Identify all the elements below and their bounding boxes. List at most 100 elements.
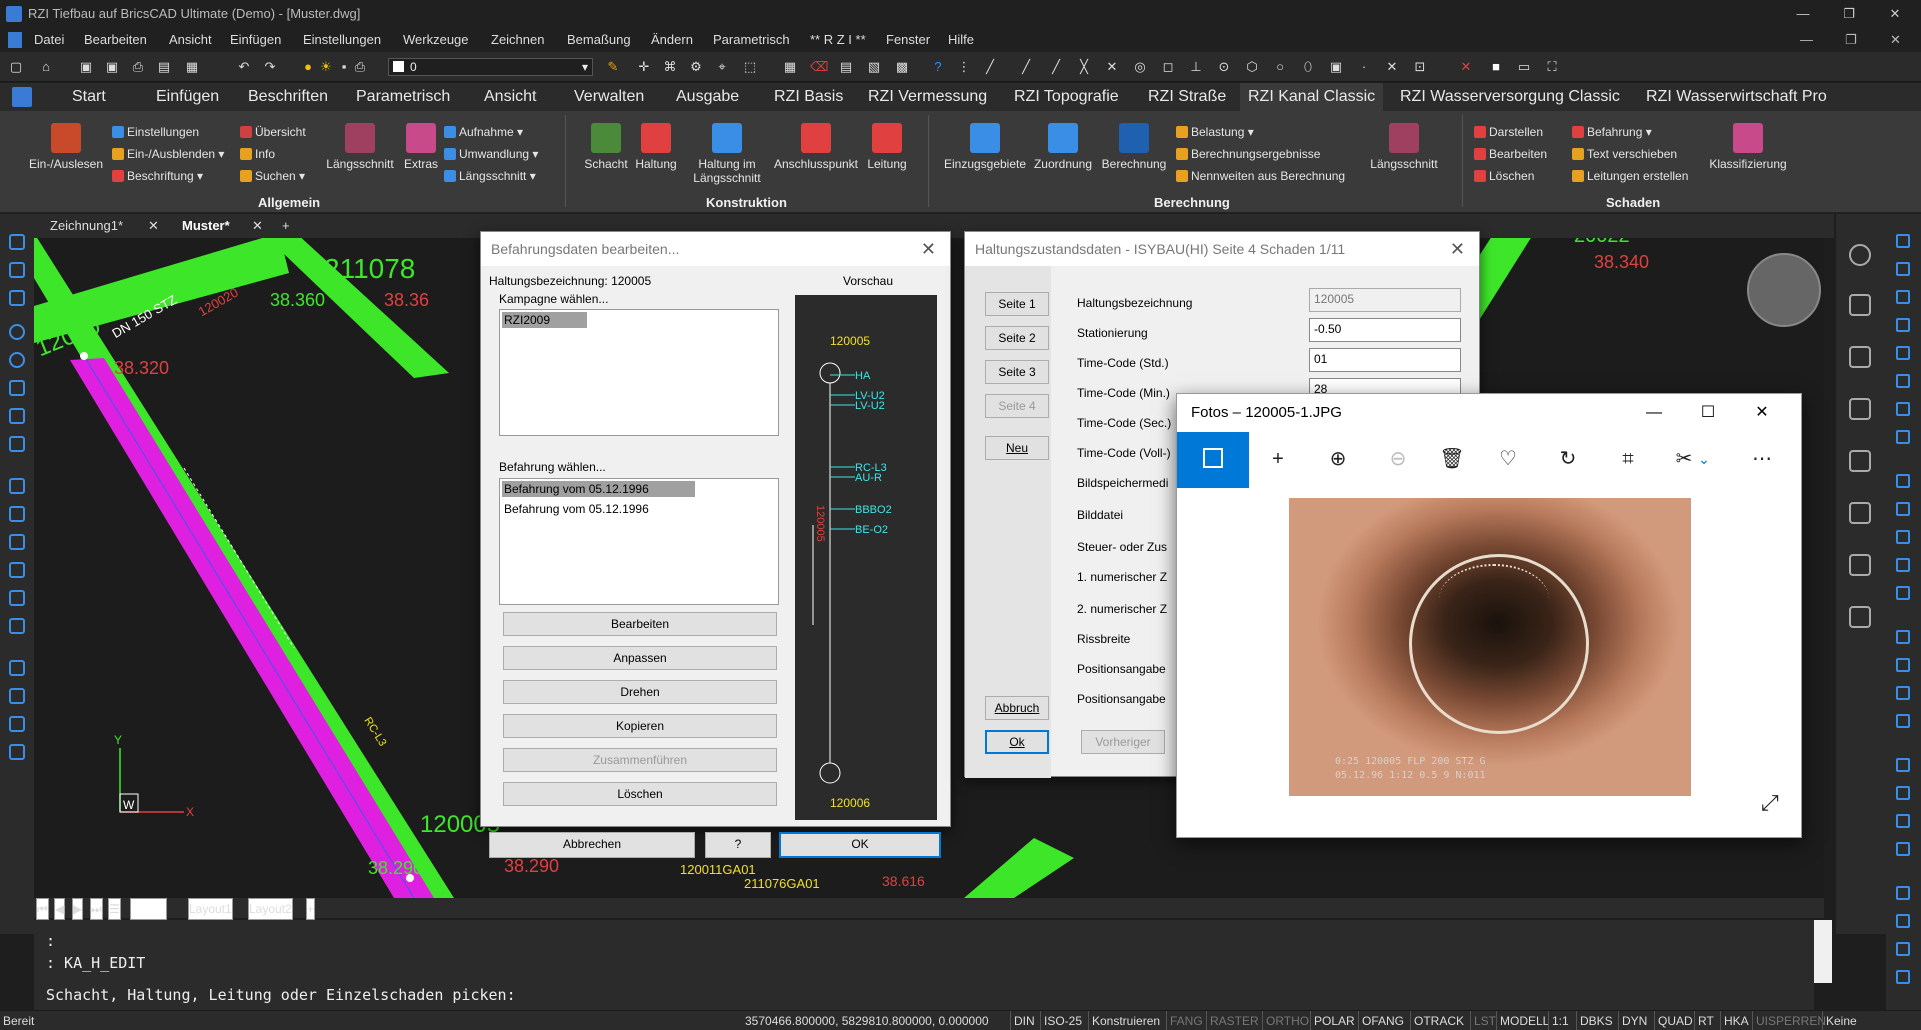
snap-perp-icon[interactable]: ⊥ <box>1188 59 1204 75</box>
delete-icon[interactable]: 🗑 <box>1439 446 1465 472</box>
photos-view-tab[interactable] <box>1177 432 1249 488</box>
circle-tool-icon[interactable] <box>9 352 25 368</box>
tab-start[interactable]: Start <box>64 83 114 111</box>
undo-icon[interactable]: ↶ <box>236 59 252 75</box>
next-layout-icon[interactable]: ▶ <box>72 898 84 920</box>
zoom-out-icon[interactable]: ⊖ <box>1385 446 1411 472</box>
status-polar[interactable]: POLAR <box>1310 1011 1358 1030</box>
rotate-icon[interactable]: ↻ <box>1555 446 1581 472</box>
tab-rzi-basis[interactable]: RZI Basis <box>766 83 851 111</box>
join-icon[interactable] <box>1896 630 1910 644</box>
plot-icon[interactable]: ▤ <box>156 59 172 75</box>
snap-intersection-icon[interactable]: ✕ <box>1104 59 1120 75</box>
properties-icon[interactable] <box>1849 294 1871 316</box>
doc-tab-muster[interactable]: Muster* <box>182 214 230 238</box>
region-tool-icon[interactable] <box>9 478 25 494</box>
layer-combo[interactable]: 0 ▾ <box>388 58 593 76</box>
mtext-tool-icon[interactable] <box>9 716 25 732</box>
cloud-upload-icon[interactable] <box>1849 606 1871 628</box>
dim-ordinate-icon[interactable] <box>1896 914 1910 928</box>
snap-tangent-icon[interactable]: ⊙ <box>1216 59 1232 75</box>
status-konstruieren[interactable]: Konstruieren <box>1088 1011 1163 1030</box>
vorheriger-button[interactable]: Vorheriger <box>1081 730 1165 754</box>
array-icon[interactable] <box>1896 502 1910 516</box>
menu-fenster[interactable]: Fenster <box>886 28 930 52</box>
layer-print-icon[interactable]: ⎙ <box>352 59 368 75</box>
nennweiten-button[interactable]: Nennweiten aus Berechnung <box>1176 169 1345 183</box>
klassifizierung-button[interactable]: Klassifizierung <box>1706 123 1790 171</box>
status-iso25[interactable]: ISO-25 <box>1040 1011 1085 1030</box>
structure-icon[interactable] <box>1849 554 1871 576</box>
kopieren-button[interactable]: Kopieren <box>503 714 777 738</box>
beschriftung-button[interactable]: Beschriftung ▾ <box>112 169 203 183</box>
prev-layout-icon[interactable]: ◀ <box>54 898 66 920</box>
status-hka[interactable]: HKA <box>1720 1011 1752 1030</box>
haltungsbezeichnung-field[interactable]: 120005 <box>1309 288 1461 312</box>
ellipse-tool-icon[interactable] <box>9 408 25 424</box>
zoom-in-icon[interactable]: ⊕ <box>1325 446 1351 472</box>
einstellungen-button[interactable]: Einstellungen <box>112 125 199 139</box>
haltung-im-laengsschnitt-button[interactable]: Haltung im Längsschnitt <box>682 123 772 185</box>
menu-rzi[interactable]: ** R Z I ** <box>810 28 866 52</box>
dim-baseline-icon[interactable] <box>1896 942 1910 956</box>
polyline-tool-icon[interactable] <box>9 262 25 278</box>
dim-radius-icon[interactable] <box>1896 842 1910 856</box>
offset-icon[interactable] <box>1896 474 1910 488</box>
grip-icon[interactable]: ⌖ <box>714 59 730 75</box>
arc-tool-icon[interactable] <box>9 324 25 340</box>
tips-icon[interactable] <box>1849 244 1871 266</box>
first-layout-icon[interactable]: ⏮ <box>36 898 49 920</box>
bulb-icon[interactable]: ● <box>300 59 316 75</box>
menu-datei[interactable]: Datei <box>34 28 64 52</box>
drehen-button[interactable]: Drehen <box>503 680 777 704</box>
print-icon[interactable]: ⎙ <box>130 59 146 75</box>
status-dbks[interactable]: DBKS <box>1576 1011 1616 1030</box>
hatch-tool-icon[interactable] <box>9 506 25 522</box>
photos-maximize-button[interactable]: ☐ <box>1685 394 1731 432</box>
table-icon[interactable]: ▦ <box>782 59 798 75</box>
add-icon[interactable]: + <box>1265 446 1291 472</box>
extras-button[interactable]: Extras <box>396 123 446 171</box>
darstellen-button[interactable]: Darstellen <box>1474 125 1543 139</box>
layer-lock-icon[interactable]: ▪ <box>336 59 352 75</box>
snap-insert-icon[interactable]: ○ <box>1272 59 1288 75</box>
close-button[interactable]: ✕ <box>1872 0 1918 28</box>
befahrung-listbox[interactable]: Befahrung vom 05.12.1996 Befahrung vom 0… <box>499 478 779 605</box>
doc-tab-close-icon[interactable]: ✕ <box>148 214 159 238</box>
dim-linear-icon[interactable] <box>1896 758 1910 772</box>
add-layout-plus-icon[interactable]: + <box>306 898 316 920</box>
gradient-tool-icon[interactable] <box>9 534 25 550</box>
aufnahme-button[interactable]: Aufnahme ▾ <box>444 125 523 139</box>
mirror-icon[interactable] <box>1896 318 1910 332</box>
restore-button[interactable]: ❐ <box>1826 0 1872 28</box>
befahrung-item-selected[interactable]: Befahrung vom 05.12.1996 <box>502 481 695 497</box>
command-scrollbar[interactable] <box>1814 920 1832 983</box>
new-icon[interactable]: ▢ <box>8 59 24 75</box>
laengsschnitt-berechnung-button[interactable]: Längsschnitt <box>1364 123 1444 171</box>
erase-icon[interactable]: ⌫ <box>810 59 828 75</box>
zuordnung-button[interactable]: Zuordnung <box>1030 123 1096 171</box>
line-icon[interactable]: ╱ <box>982 59 998 75</box>
open-icon[interactable]: ⌂ <box>38 59 54 75</box>
tool-icon[interactable]: ⚙ <box>688 59 704 75</box>
command-prompt[interactable]: Schacht, Haltung, Leitung oder Einzelsch… <box>46 986 516 1004</box>
laengsschnitt-small-button[interactable]: Längsschnitt ▾ <box>444 169 536 183</box>
befahrung-item[interactable]: Befahrung vom 05.12.1996 <box>502 501 649 517</box>
neu-button[interactable]: Neu <box>985 436 1049 460</box>
snap-dot-icon[interactable]: · <box>1356 59 1372 75</box>
crop-icon[interactable]: ⌗ <box>1615 446 1641 472</box>
document-icon[interactable] <box>8 32 22 48</box>
tab-verwalten[interactable]: Verwalten <box>566 83 652 111</box>
snap-settings-icon[interactable]: ⊡ <box>1412 59 1428 75</box>
dim-diameter-icon[interactable] <box>1896 886 1910 900</box>
status-uisperren[interactable]: UISPERREN <box>1752 1011 1829 1030</box>
tab-parametrisch[interactable]: Parametrisch <box>348 83 458 111</box>
status-din[interactable]: DIN <box>1010 1011 1038 1030</box>
status-otrack[interactable]: OTRACK <box>1410 1011 1467 1030</box>
tab-layout1[interactable]: Layout1 <box>188 898 233 920</box>
status-keine[interactable]: Keine <box>1822 1011 1860 1030</box>
status-fang[interactable]: FANG <box>1166 1011 1206 1030</box>
dim-aligned-icon[interactable] <box>1896 786 1910 800</box>
tab-beschriften[interactable]: Beschriften <box>240 83 336 111</box>
tab-model[interactable]: Model <box>130 898 167 920</box>
